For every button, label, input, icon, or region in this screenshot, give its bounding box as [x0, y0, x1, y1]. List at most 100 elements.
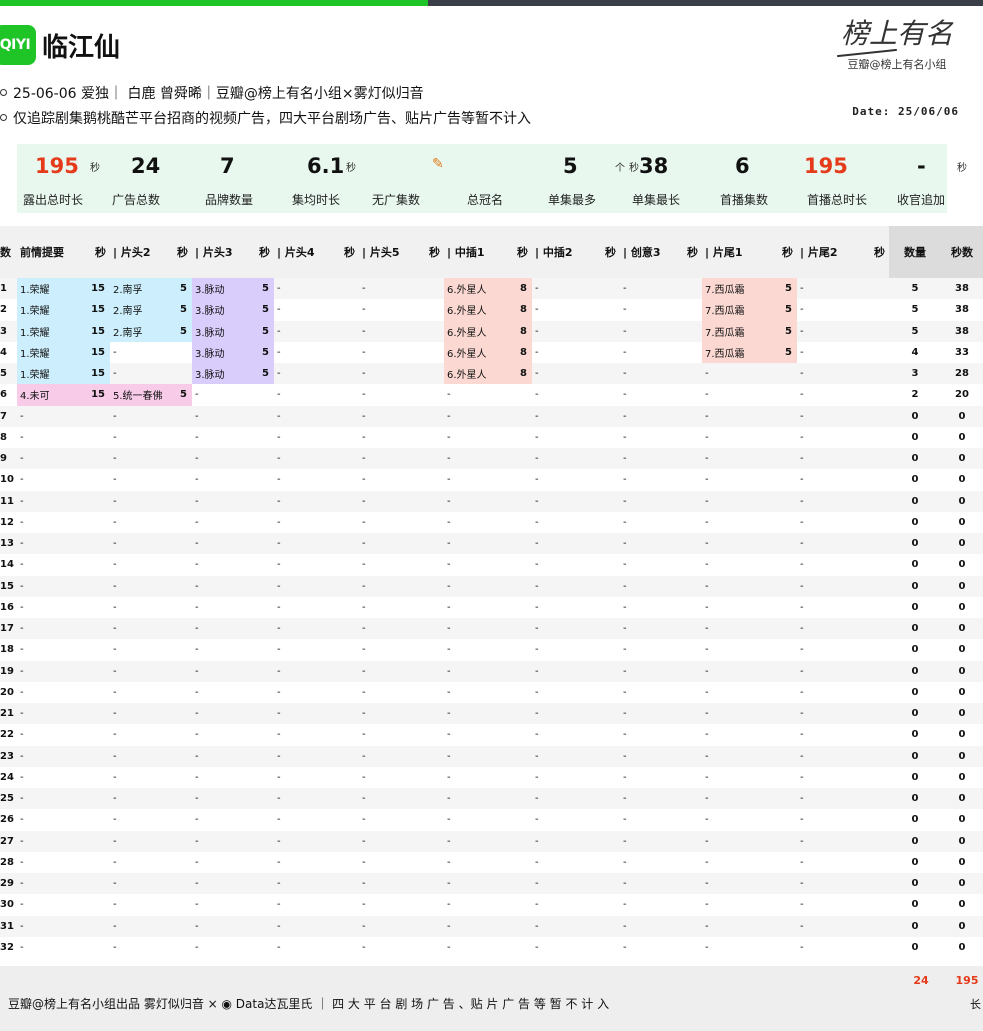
ad-seconds-cell: [339, 809, 359, 831]
ad-brand-cell: -: [702, 426, 777, 448]
ad-seconds-cell: [424, 533, 444, 555]
ad-seconds-cell: [172, 873, 192, 895]
ad-seconds-cell: [509, 809, 532, 831]
ad-brand-cell: -: [532, 745, 600, 767]
row-ad-count: 0: [889, 915, 941, 937]
ad-seconds-cell: [864, 788, 889, 810]
ad-seconds-cell: [777, 490, 797, 512]
ad-brand-cell: -: [359, 703, 424, 725]
ad-brand-cell: -: [192, 703, 254, 725]
ad-seconds-cell: [509, 936, 532, 958]
ad-brand-cell: -: [110, 788, 172, 810]
row-ad-seconds: 0: [941, 681, 983, 703]
ad-brand-cell: -: [274, 426, 339, 448]
ad-seconds-cell: [424, 469, 444, 491]
ad-seconds-cell: [339, 681, 359, 703]
ad-seconds-cell: [339, 660, 359, 682]
ad-brand-cell: 3.脉动: [192, 320, 254, 342]
ad-brand-cell: -: [274, 405, 339, 427]
row-ad-seconds: 0: [941, 894, 983, 916]
episode-number: 22: [0, 724, 17, 746]
brand-signature-text: 榜上有名: [840, 17, 953, 50]
ad-brand-cell: -: [702, 660, 777, 682]
ad-brand-cell: -: [444, 575, 509, 597]
ad-seconds-cell: [87, 596, 110, 618]
ad-seconds-cell: [424, 894, 444, 916]
ad-brand-cell: 5.统一春佛: [110, 384, 172, 406]
column-header: 秒: [864, 226, 889, 278]
ad-brand-cell: 6.外星人: [444, 341, 509, 363]
ad-seconds-cell: 5: [254, 320, 274, 342]
ad-seconds-cell: [87, 766, 110, 788]
ad-seconds-cell: [777, 363, 797, 385]
episode-number: 9: [0, 448, 17, 470]
row-ad-seconds: 0: [941, 830, 983, 852]
table-row: 20- - - - - - - - - -0 0: [0, 681, 983, 703]
ad-brand-cell: -: [532, 533, 600, 555]
ad-brand-cell: -: [192, 511, 254, 533]
table-row: 8----------00: [0, 426, 983, 448]
ad-seconds-cell: [777, 660, 797, 682]
ad-seconds-cell: [172, 618, 192, 640]
ad-seconds-cell: [600, 405, 620, 427]
ad-seconds-cell: [864, 490, 889, 512]
ad-brand-cell: -: [702, 469, 777, 491]
episode-number: 3: [0, 320, 17, 342]
ad-seconds-cell: [682, 341, 702, 363]
ad-brand-cell: -: [532, 681, 600, 703]
row-ad-count: 0: [889, 766, 941, 788]
column-header: 数量: [889, 226, 941, 278]
ad-seconds-cell: [682, 490, 702, 512]
ad-seconds-cell: [777, 554, 797, 576]
ad-brand-cell: 6.外星人: [444, 299, 509, 321]
ad-brand-cell: 3.脉动: [192, 278, 254, 300]
ad-seconds-cell: [777, 426, 797, 448]
row-ad-count: 0: [889, 490, 941, 512]
ad-seconds-cell: [254, 830, 274, 852]
ad-seconds-cell: [424, 596, 444, 618]
ad-seconds-cell: [87, 448, 110, 470]
ad-seconds-cell: [87, 830, 110, 852]
ad-seconds-cell: [254, 639, 274, 661]
column-header: 秒: [777, 226, 797, 278]
ad-brand-cell: -: [274, 341, 339, 363]
ad-seconds-cell: [600, 809, 620, 831]
summary-label: 品牌数量: [205, 193, 254, 207]
ad-brand-cell: -: [532, 809, 600, 831]
ad-seconds-cell: [254, 596, 274, 618]
ad-seconds-cell: 5: [172, 299, 192, 321]
ad-brand-cell: -: [110, 766, 172, 788]
ad-brand-cell: -: [797, 936, 864, 958]
row-ad-count: 0: [889, 788, 941, 810]
ad-brand-cell: -: [532, 278, 600, 300]
table-row: 10- - - - - - - - - -0 0: [0, 469, 983, 491]
ad-seconds-cell: [509, 384, 532, 406]
ad-seconds-cell: [254, 936, 274, 958]
row-ad-seconds: 0: [941, 426, 983, 448]
ad-seconds-cell: 5: [777, 299, 797, 321]
episode-number: 12: [0, 511, 17, 533]
ad-brand-cell: -: [797, 278, 864, 300]
ad-brand-cell: -: [532, 894, 600, 916]
ad-brand-cell: -: [17, 830, 87, 852]
ad-brand-cell: -: [444, 873, 509, 895]
ad-seconds-cell: [777, 724, 797, 746]
ad-brand-cell: -: [192, 851, 254, 873]
ad-brand-cell: -: [192, 745, 254, 767]
row-ad-seconds: 0: [941, 511, 983, 533]
ad-seconds-cell: [682, 915, 702, 937]
row-ad-count: 0: [889, 830, 941, 852]
ad-brand-cell: -: [444, 936, 509, 958]
table-row: 29- - - - - - - - - -0 0: [0, 873, 983, 895]
column-header: 前情提要: [17, 226, 87, 278]
ad-brand-cell: -: [797, 469, 864, 491]
ad-seconds-cell: [87, 873, 110, 895]
ad-brand-cell: -: [274, 703, 339, 725]
ad-seconds-cell: [777, 405, 797, 427]
ad-brand-cell: -: [620, 363, 682, 385]
episode-number: 6: [0, 384, 17, 406]
ad-brand-cell: -: [532, 320, 600, 342]
ad-brand-cell: 7.西瓜霜: [702, 299, 777, 321]
ad-seconds-cell: [339, 851, 359, 873]
row-ad-count: 2: [889, 384, 941, 406]
